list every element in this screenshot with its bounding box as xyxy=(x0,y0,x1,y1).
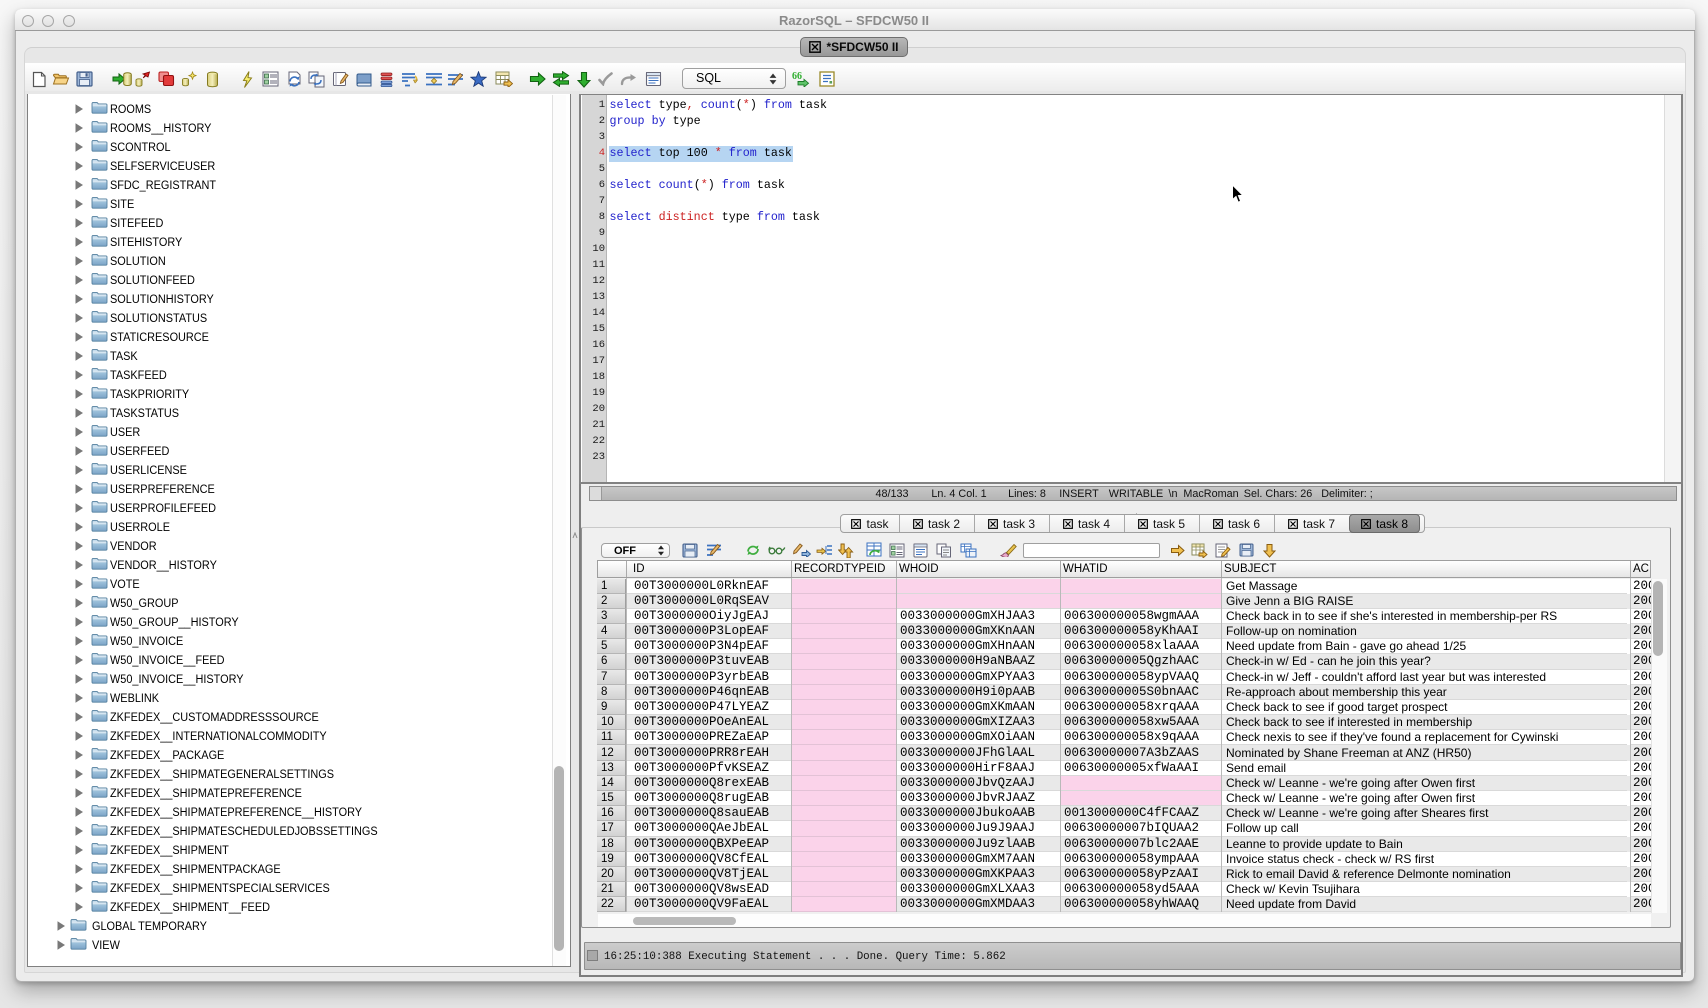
svg-text:66: 66 xyxy=(792,71,802,82)
